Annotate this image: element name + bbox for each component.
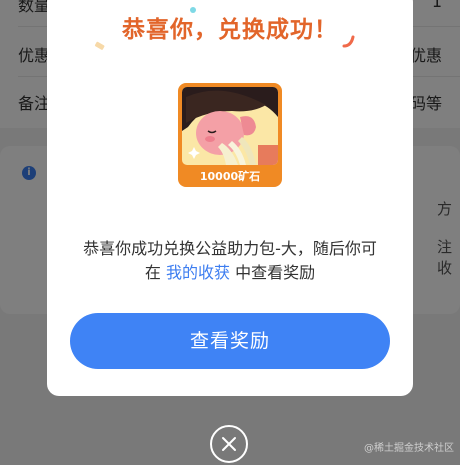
message-line-2: 在 我的收获 中查看奖励 (67, 261, 393, 285)
success-dialog: 恭喜你，兑换成功！ 10000矿石 恭喜你成功兑换公益助力包-大，随后你可 在 … (47, 0, 413, 396)
watermark: @稀土掘金技术社区 (364, 443, 454, 454)
my-rewards-link[interactable]: 我的收获 (166, 263, 230, 282)
view-rewards-button[interactable]: 查看奖励 (70, 313, 390, 369)
reward-character-icon (182, 87, 278, 165)
close-icon (222, 437, 236, 451)
reward-illustration (182, 87, 278, 165)
reward-image: 10000矿石 (178, 83, 282, 187)
message-line-1: 恭喜你成功兑换公益助力包-大，随后你可 (83, 239, 377, 258)
reward-label: 10000矿石 (199, 170, 261, 183)
close-button[interactable] (210, 425, 248, 463)
dialog-title: 恭喜你，兑换成功！ (122, 17, 338, 43)
dialog-message: 恭喜你成功兑换公益助力包-大，随后你可 在 我的收获 中查看奖励 (67, 237, 393, 285)
message-text: 中查看奖励 (230, 263, 316, 282)
message-text: 在 (144, 263, 166, 282)
